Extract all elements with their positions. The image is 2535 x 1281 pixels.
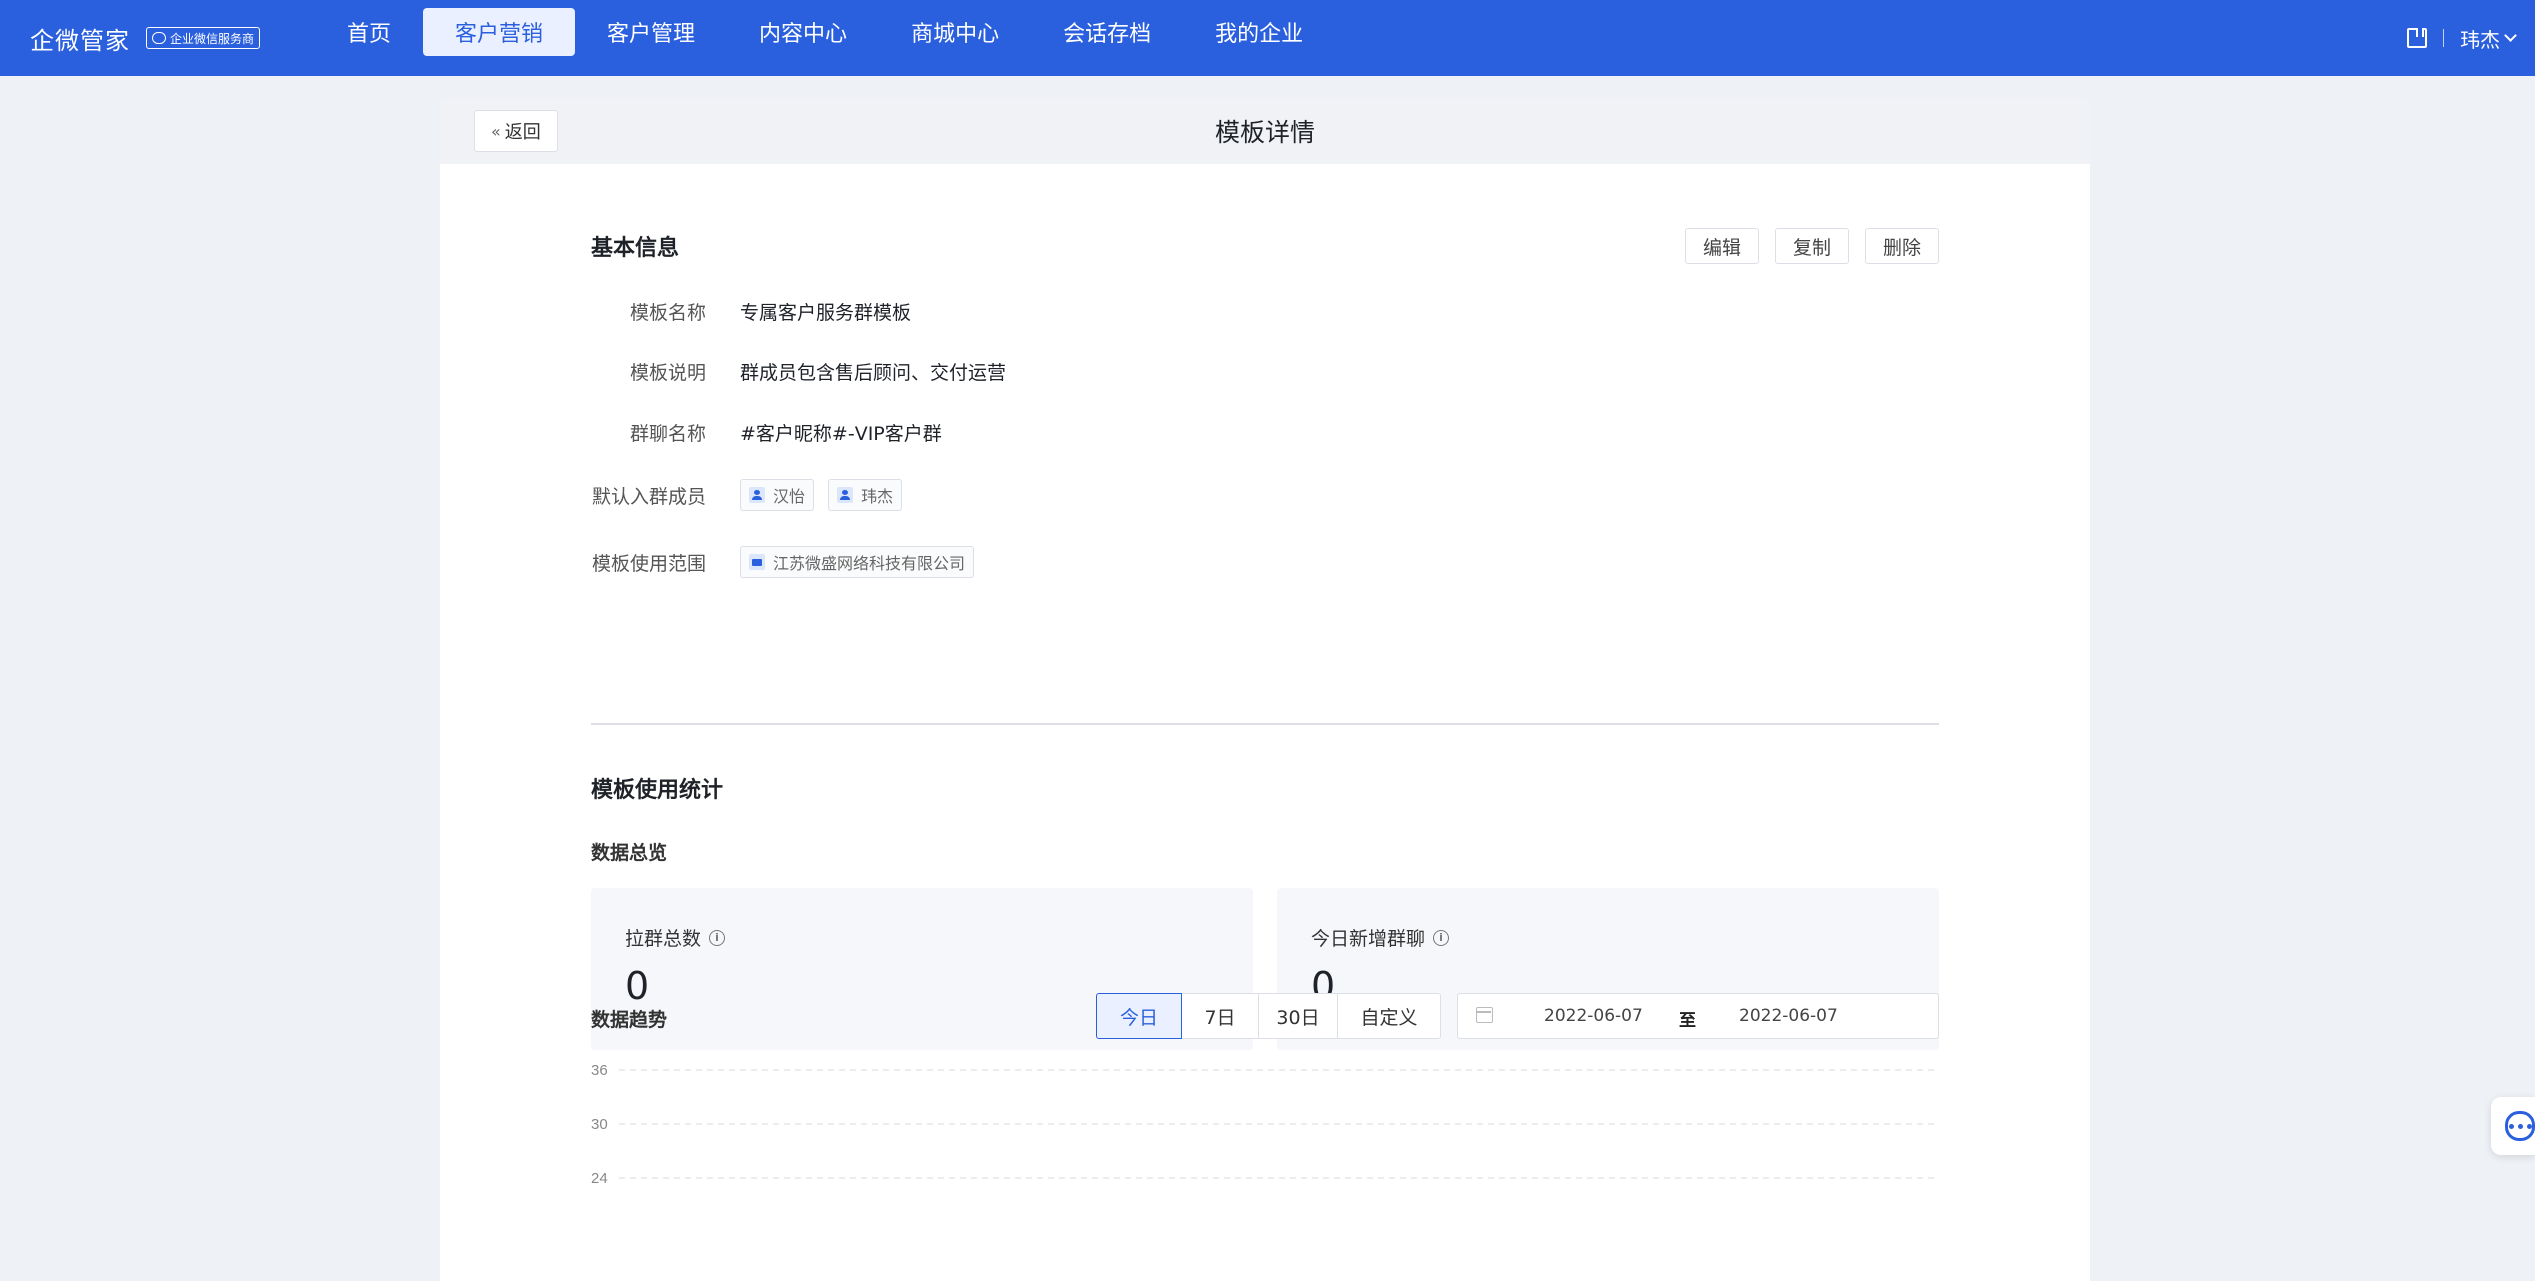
field-usage-scope: 模板使用范围 江苏微盛网络科技有限公司 [591, 542, 1939, 582]
date-end[interactable]: 2022-06-07 [1739, 1006, 1838, 1026]
department-name: 江苏微盛网络科技有限公司 [773, 554, 966, 573]
member-tag: 汉怡 [740, 479, 815, 511]
top-navigation-bar: 企微管家 企业微信服务商 首页 客户营销 客户管理 内容中心 商城中心 会话存档… [0, 0, 2535, 76]
member-name: 玮杰 [861, 487, 894, 506]
field-template-description: 模板说明 群成员包含售后顾问、交付运营 [591, 351, 1939, 391]
stat-label-text: 今日新增群聊 [1311, 928, 1426, 950]
main-nav: 首页 客户营销 客户管理 内容中心 商城中心 会话存档 我的企业 [315, 8, 1335, 56]
stat-label: 拉群总数 i [625, 924, 726, 951]
y-tick-label: 30 [591, 1116, 608, 1133]
nav-my-enterprise[interactable]: 我的企业 [1183, 8, 1335, 56]
person-icon [837, 487, 854, 503]
double-chevron-left-icon: « [491, 121, 501, 141]
badge-text: 企业微信服务商 [170, 31, 255, 46]
date-range-picker[interactable]: 2022-06-07 至 2022-06-07 [1457, 993, 1939, 1039]
back-label: 返回 [504, 122, 541, 143]
field-group-chat-name: 群聊名称 #客户昵称#-VIP客户群 [591, 412, 1939, 452]
department-tag: 江苏微盛网络科技有限公司 [740, 546, 975, 578]
field-value: 专属客户服务群模板 [740, 301, 912, 324]
scope-tags: 江苏微盛网络科技有限公司 [740, 546, 975, 578]
member-tag: 玮杰 [828, 479, 903, 511]
field-template-name: 模板名称 专属客户服务群模板 [591, 291, 1939, 331]
delete-button[interactable]: 删除 [1864, 228, 1939, 264]
field-value: #客户昵称#-VIP客户群 [740, 422, 942, 445]
nav-home[interactable]: 首页 [315, 8, 423, 56]
nav-content-center[interactable]: 内容中心 [727, 8, 879, 56]
top-right-tools: 玮杰 [2407, 0, 2517, 76]
divider [2443, 29, 2444, 47]
trend-title: 数据趋势 [591, 1009, 668, 1031]
brand-name: 企微管家 [30, 26, 130, 55]
date-start[interactable]: 2022-06-07 [1544, 1006, 1643, 1026]
y-tick-label: 24 [591, 1170, 608, 1187]
brand[interactable]: 企微管家 企业微信服务商 [30, 0, 261, 76]
nav-mall-center[interactable]: 商城中心 [879, 8, 1031, 56]
back-button[interactable]: « 返回 [474, 110, 558, 152]
person-icon [749, 487, 765, 503]
chevron-down-icon [2504, 29, 2517, 42]
field-label: 群聊名称 [629, 422, 706, 445]
stat-label-text: 拉群总数 [625, 928, 702, 950]
copy-button[interactable]: 复制 [1774, 228, 1849, 264]
info-circle-icon[interactable]: i [1433, 929, 1450, 946]
service-provider-badge: 企业微信服务商 [146, 27, 261, 49]
field-value: 群成员包含售后顾问、交付运营 [740, 361, 1007, 384]
range-30d-button[interactable]: 30日 [1258, 993, 1338, 1039]
page-title: 模板详情 [1214, 118, 1315, 147]
field-label: 模板名称 [629, 301, 706, 324]
calendar-icon [1476, 1007, 1493, 1023]
edit-button[interactable]: 编辑 [1684, 228, 1759, 264]
field-label: 模板说明 [629, 361, 706, 384]
panel-header: « 返回 模板详情 [440, 98, 2090, 164]
trend-toolbar: 数据趋势 今日 7日 30日 自定义 2022-06-07 至 2022-06-… [591, 993, 1939, 1041]
trend-chart: 36302418 [591, 1064, 1939, 1187]
member-tags: 汉怡 玮杰 [740, 479, 903, 511]
nav-customer-management[interactable]: 客户管理 [575, 8, 727, 56]
user-name: 玮杰 [2460, 27, 2500, 52]
action-buttons: 编辑 复制 删除 [1684, 228, 1939, 264]
user-menu[interactable]: 玮杰 [2460, 24, 2517, 53]
book-icon[interactable] [2407, 28, 2427, 48]
stat-label: 今日新增群聊 i [1311, 924, 1450, 951]
member-name: 汉怡 [773, 487, 806, 506]
overview-title: 数据总览 [591, 842, 668, 864]
usage-stats-title: 模板使用统计 [591, 778, 724, 803]
section-divider [591, 723, 1939, 725]
field-label: 默认入群成员 [591, 485, 706, 508]
field-label: 模板使用范围 [591, 552, 706, 575]
chat-bubble-icon [2505, 1111, 2535, 1141]
nav-customer-marketing[interactable]: 客户营销 [423, 8, 576, 56]
date-separator: 至 [1679, 1011, 1696, 1031]
range-custom-button[interactable]: 自定义 [1337, 993, 1441, 1039]
folder-icon [749, 554, 765, 570]
field-default-members: 默认入群成员 汉怡 玮杰 [591, 475, 1939, 515]
range-today-button[interactable]: 今日 [1096, 993, 1182, 1039]
chat-logo-icon [152, 32, 166, 44]
customer-service-float-button[interactable] [2491, 1097, 2535, 1155]
range-selector: 今日 7日 30日 自定义 [1096, 993, 1441, 1039]
basic-info-title: 基本信息 [591, 236, 680, 261]
y-tick-label: 36 [591, 1064, 608, 1079]
nav-session-archive[interactable]: 会话存档 [1031, 8, 1183, 56]
template-detail-panel: « 返回 模板详情 基本信息 编辑 复制 删除 模板名称 专属客户服务群模板 模… [440, 98, 2090, 1281]
info-circle-icon[interactable]: i [709, 929, 726, 946]
basic-info-header: 基本信息 编辑 复制 删除 [591, 228, 1939, 264]
range-7d-button[interactable]: 7日 [1181, 993, 1259, 1039]
